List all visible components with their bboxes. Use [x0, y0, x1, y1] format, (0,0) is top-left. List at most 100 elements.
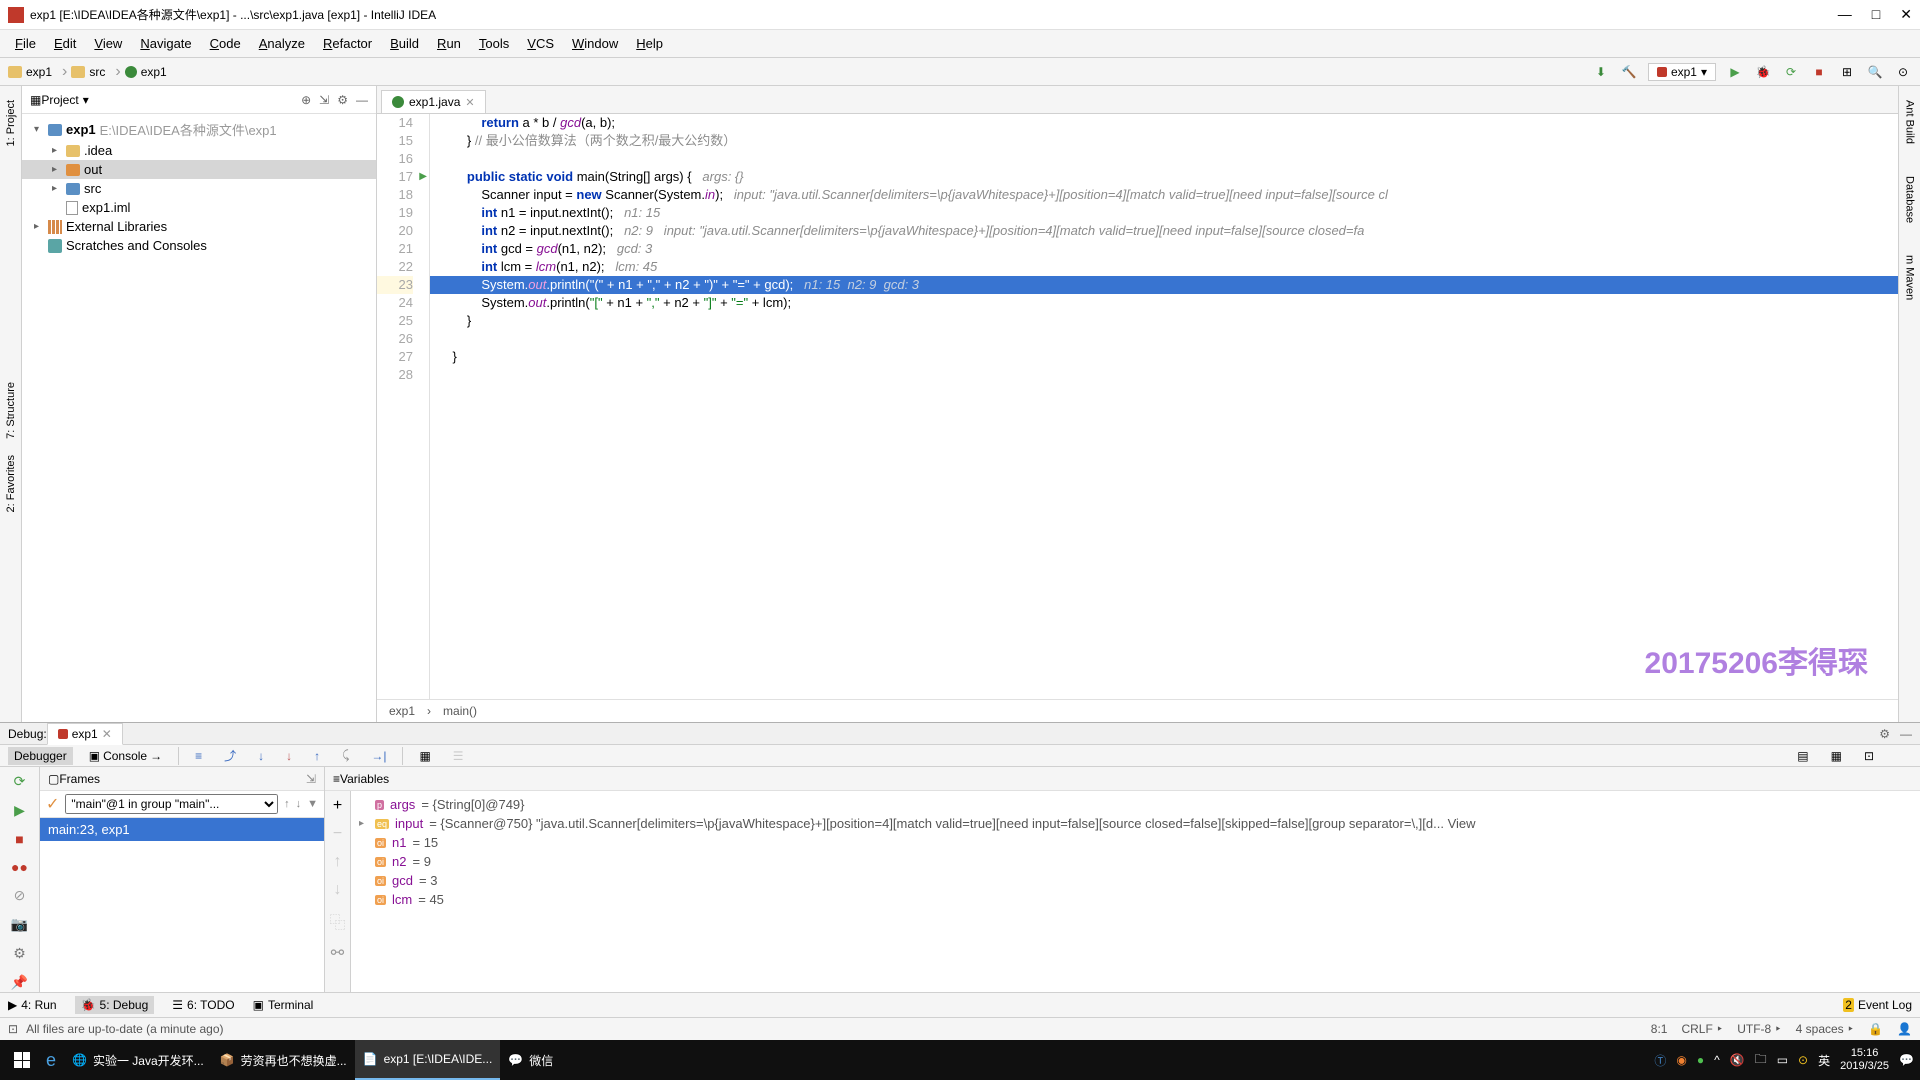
taskbar-app[interactable]: 💬微信 — [500, 1040, 561, 1080]
inspector-icon[interactable]: 👤 — [1897, 1022, 1912, 1036]
project-tool-tab[interactable]: 1: Project — [3, 94, 19, 152]
breadcrumb-exp1[interactable]: exp1 — [8, 65, 52, 79]
copy-icon[interactable]: ⿻ — [329, 909, 345, 933]
variable-row[interactable]: oin1 = 15 — [351, 833, 1920, 852]
code-editor[interactable]: 14151617▶1819202122232425262728 return a… — [377, 114, 1898, 699]
debug-tab[interactable]: 🐞 5: Debug — [75, 996, 155, 1014]
resume-icon[interactable]: ▶ — [14, 802, 25, 819]
step-over-icon[interactable]: ⤴ — [218, 745, 242, 766]
thread-selector[interactable]: "main"@1 in group "main"... — [65, 794, 278, 814]
pin-icon[interactable]: ▦ — [1825, 747, 1848, 765]
variable-row[interactable]: ▸eqinput = {Scanner@750} "java.util.Scan… — [351, 814, 1920, 833]
evaluate-icon[interactable]: ▦ — [413, 747, 436, 765]
variable-row[interactable]: pargs = {String[0]@749} — [351, 795, 1920, 814]
hide-icon[interactable]: — — [356, 93, 368, 107]
next-frame-icon[interactable]: ↓ — [296, 798, 302, 810]
step-into-icon[interactable]: ↓ — [252, 747, 270, 765]
prev-frame-icon[interactable]: ↑ — [284, 798, 290, 810]
taskbar-app[interactable]: 📄exp1 [E:\IDEA\IDE... — [355, 1040, 501, 1080]
debugger-subtab[interactable]: Debugger — [8, 747, 73, 765]
drop-frame-icon[interactable]: ⤹ — [336, 746, 355, 765]
console-subtab[interactable]: ▣ Console → — [83, 747, 168, 765]
profiler-icon[interactable]: ⊙ — [1894, 63, 1912, 81]
notifications-icon[interactable]: 💬 — [1899, 1053, 1914, 1067]
status-frame-icon[interactable]: ⊡ — [8, 1022, 18, 1036]
favorites-tool-tab[interactable]: 2: Favorites — [3, 449, 19, 518]
tree-row[interactable]: ▾exp1 E:\IDEA\IDEA各种源文件\exp1 — [22, 118, 376, 141]
tree-row[interactable]: exp1.iml — [22, 198, 376, 217]
step-out-icon[interactable]: ↑ — [308, 747, 326, 765]
taskbar-app[interactable]: 🌐实验一 Java开发环... — [64, 1040, 212, 1080]
menu-vcs[interactable]: VCS — [520, 33, 561, 54]
thread-dump-icon[interactable]: 📷 — [11, 916, 28, 933]
run-to-cursor-icon[interactable]: →| — [365, 747, 392, 765]
menu-view[interactable]: View — [87, 33, 129, 54]
volume-icon[interactable]: 🔇 — [1730, 1053, 1745, 1067]
debug-hide-icon[interactable]: — — [1900, 727, 1912, 741]
tree-row[interactable]: ▸External Libraries — [22, 217, 376, 236]
maven-tab[interactable]: m Maven — [1902, 249, 1918, 306]
ant-build-tab[interactable]: Ant Build — [1902, 94, 1918, 150]
variable-row[interactable]: oigcd = 3 — [351, 871, 1920, 890]
tree-row[interactable]: Scratches and Consoles — [22, 236, 376, 255]
taskbar-app[interactable]: 📦劳资再也不想换虚... — [212, 1040, 355, 1080]
variable-row[interactable]: oilcm = 45 — [351, 890, 1920, 909]
maximize-button[interactable]: □ — [1872, 6, 1880, 23]
glasses-icon[interactable]: ⚯ — [331, 943, 344, 963]
menu-build[interactable]: Build — [383, 33, 426, 54]
close-tab-icon[interactable]: ✕ — [465, 96, 474, 109]
indent[interactable]: 4 spaces ‣ — [1796, 1022, 1854, 1036]
target-icon[interactable]: ⊕ — [301, 93, 311, 107]
debug-icon[interactable]: 🐞 — [1754, 63, 1772, 81]
close-button[interactable]: ✕ — [1900, 6, 1912, 23]
pin-icon[interactable]: 📌 — [11, 974, 28, 991]
debug-session-tab[interactable]: exp1 ✕ — [47, 723, 123, 745]
layout-icon[interactable]: ▤ — [1791, 747, 1814, 765]
clock[interactable]: 15:162019/3/25 — [1840, 1047, 1889, 1073]
filter-icon[interactable]: ▼ — [307, 798, 318, 810]
run-config-selector[interactable]: exp1▾ — [1648, 63, 1716, 81]
tray-up-icon[interactable]: ^ — [1714, 1053, 1720, 1067]
variable-row[interactable]: oin2 = 9 — [351, 852, 1920, 871]
restore-icon[interactable]: ⊡ — [1858, 747, 1880, 765]
line-sep[interactable]: CRLF ‣ — [1681, 1022, 1723, 1036]
structure-tool-tab[interactable]: 7: Structure — [3, 376, 19, 445]
cursor-position[interactable]: 8:1 — [1651, 1022, 1668, 1036]
debug-settings-icon[interactable]: ⚙ — [1879, 727, 1890, 741]
force-step-into-icon[interactable]: ↓ — [280, 747, 298, 765]
edge-button[interactable]: e — [38, 1040, 64, 1080]
tray-icon[interactable]: Ⓣ — [1654, 1052, 1666, 1069]
settings-icon[interactable]: ⚙ — [337, 93, 348, 107]
menu-code[interactable]: Code — [203, 33, 248, 54]
tree-row[interactable]: ▸.idea — [22, 141, 376, 160]
menu-analyze[interactable]: Analyze — [252, 33, 312, 54]
menu-navigate[interactable]: Navigate — [133, 33, 198, 54]
hammer-icon[interactable]: 🔨 — [1620, 63, 1638, 81]
menu-refactor[interactable]: Refactor — [316, 33, 379, 54]
editor-tab-exp1[interactable]: exp1.java ✕ — [381, 90, 486, 113]
menu-tools[interactable]: Tools — [472, 33, 516, 54]
ime-indicator[interactable]: 英 — [1818, 1052, 1830, 1069]
search-icon[interactable]: 🔍 — [1866, 63, 1884, 81]
battery-icon[interactable]: 🗀 — [1755, 1050, 1767, 1071]
remove-watch-icon[interactable]: − — [333, 825, 342, 843]
security-icon[interactable]: ⊙ — [1798, 1053, 1808, 1067]
build-icon[interactable]: ⬇ — [1592, 63, 1610, 81]
add-watch-icon[interactable]: + — [333, 797, 342, 815]
stop-icon[interactable]: ■ — [1810, 63, 1828, 81]
frame-row[interactable]: main:23, exp1 — [40, 818, 324, 841]
show-frames-icon[interactable]: ≡ — [189, 747, 208, 765]
breadcrumb-src[interactable]: src — [71, 65, 105, 79]
mute-icon[interactable]: ⊘ — [14, 887, 26, 904]
run-tab[interactable]: ▶ 4: Run — [8, 998, 57, 1012]
stop-icon[interactable]: ■ — [15, 831, 23, 847]
menu-edit[interactable]: Edit — [47, 33, 83, 54]
encoding[interactable]: UTF-8 ‣ — [1737, 1022, 1781, 1036]
settings-icon[interactable]: ⚙ — [13, 945, 26, 962]
network-icon[interactable]: ▭ — [1777, 1053, 1788, 1067]
minimize-button[interactable]: — — [1838, 6, 1852, 23]
terminal-tab[interactable]: ▣ Terminal — [253, 998, 314, 1012]
trace-icon[interactable]: ☰ — [447, 747, 470, 765]
lock-icon[interactable]: 🔒 — [1868, 1022, 1883, 1036]
tree-row[interactable]: ▸src — [22, 179, 376, 198]
